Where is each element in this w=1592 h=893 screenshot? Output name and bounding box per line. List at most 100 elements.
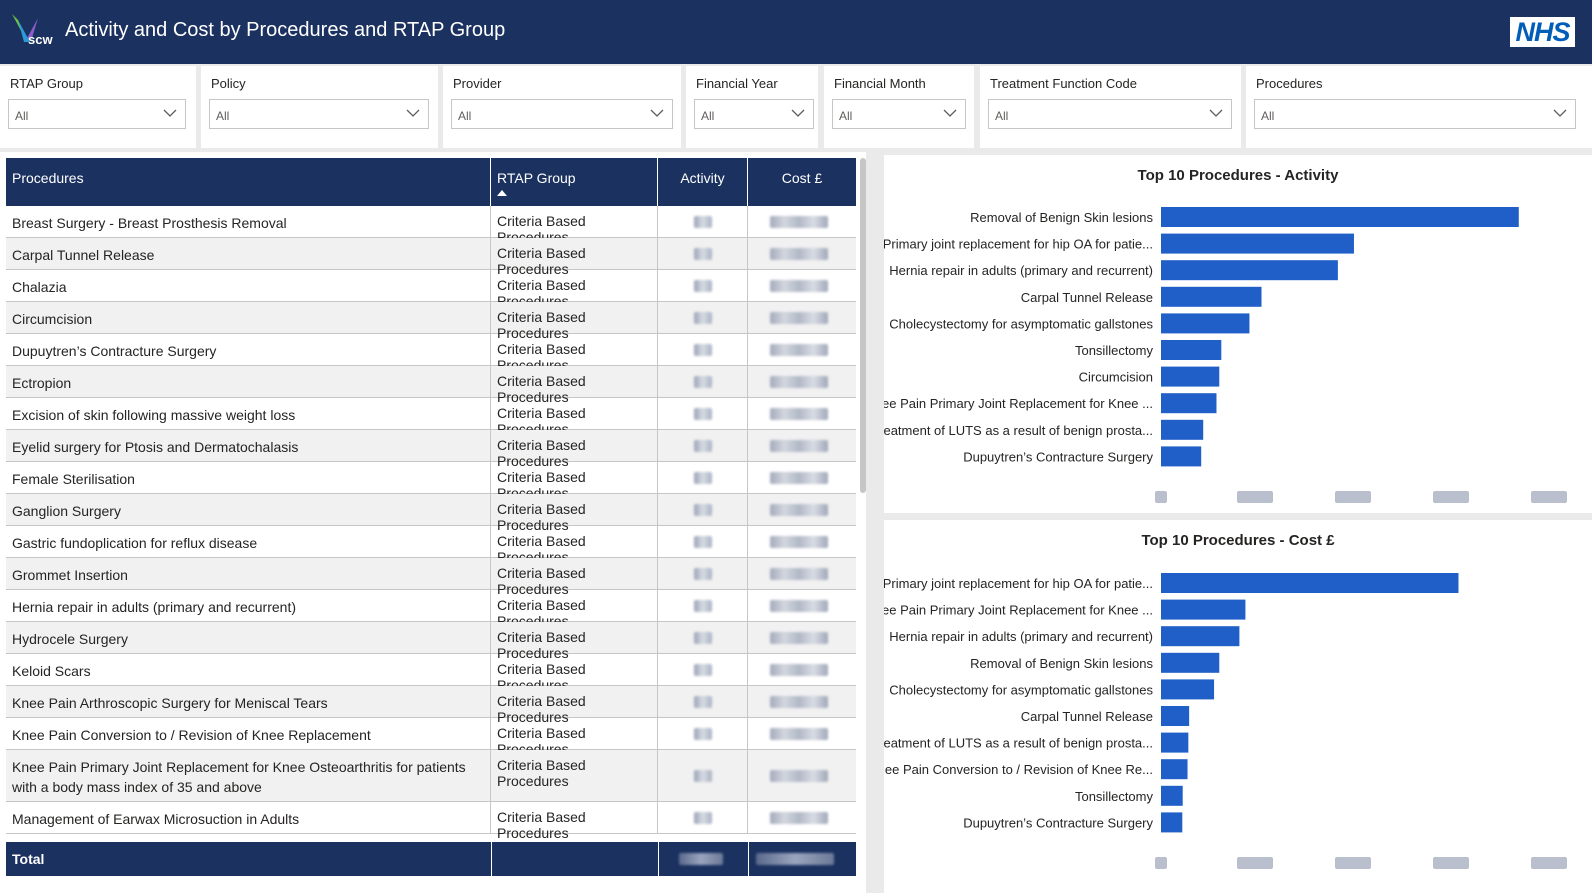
table-row[interactable]: Breast Surgery - Breast Prosthesis Remov… [6, 206, 856, 245]
column-header-cost[interactable]: Cost £ [748, 158, 856, 206]
table-scrollbar[interactable] [860, 158, 866, 493]
bar[interactable] [1161, 260, 1338, 281]
table-row[interactable]: Dupuytren’s Contracture Surgery Criteria … [6, 334, 856, 373]
treatment-function-code-dropdown[interactable]: All [988, 99, 1232, 129]
activity-redacted [694, 599, 712, 612]
cell-procedure: Chalazia [6, 270, 491, 301]
cost-redacted [770, 663, 828, 676]
table-row[interactable]: Hernia repair in adults (primary and rec… [6, 590, 856, 629]
column-header-procedures[interactable]: Procedures [6, 158, 491, 206]
slicer-provider: Provider All [443, 66, 681, 148]
bar[interactable] [1161, 286, 1262, 307]
table-row[interactable]: Circumcision Criteria Based Procedures [6, 302, 856, 341]
table-row[interactable]: Chalazia Criteria Based Procedures [6, 270, 856, 309]
cell-rtap-group: Criteria Based Procedures [491, 270, 658, 309]
axis-tick-redacted [1335, 857, 1371, 869]
axis-tick-redacted [1433, 491, 1469, 503]
table-row[interactable]: Female Sterilisation Criteria Based Proce… [6, 462, 856, 501]
bar[interactable] [1161, 785, 1183, 806]
bar[interactable] [1161, 706, 1190, 726]
cost-redacted [770, 631, 828, 644]
bar[interactable] [1161, 573, 1459, 593]
bar-label: Hernia repair in adults (primary and rec… [889, 263, 1153, 278]
cell-procedure: Carpal Tunnel Release [6, 238, 491, 269]
table-row[interactable]: Ectropion Criteria Based Procedures [6, 366, 856, 405]
bar[interactable] [1161, 393, 1217, 414]
bar-label: Removal of Benign Skin lesions [970, 210, 1153, 225]
activity-redacted [694, 375, 712, 388]
cost-redacted [770, 695, 828, 708]
bar[interactable] [1161, 366, 1220, 387]
table-row[interactable]: Carpal Tunnel Release Criteria Based Proc… [6, 238, 856, 277]
bar-label: Treatment of LUTS as a result of benign … [884, 736, 1153, 751]
axis-tick-redacted [1531, 491, 1567, 503]
bar[interactable] [1161, 679, 1215, 700]
bar[interactable] [1161, 626, 1240, 647]
table-row[interactable]: Knee Pain Primary Joint Replacement for … [6, 750, 856, 802]
bar[interactable] [1161, 732, 1189, 753]
axis-tick-redacted [1531, 857, 1567, 869]
bar[interactable] [1161, 446, 1202, 467]
table-row[interactable]: Knee Pain Conversion to / Revision of Kn… [6, 718, 856, 757]
bar[interactable] [1161, 233, 1354, 254]
activity-redacted [694, 663, 712, 676]
cost-redacted [770, 439, 828, 452]
cost-redacted [770, 279, 828, 292]
cell-rtap-group: Criteria Based Procedures [491, 494, 658, 533]
cell-activity [658, 398, 748, 429]
page-title: Activity and Cost by Procedures and RTAP… [65, 19, 506, 41]
bar[interactable] [1161, 812, 1183, 833]
activity-redacted [694, 727, 712, 740]
bar-label: Circumcision [1079, 370, 1153, 385]
bar[interactable] [1161, 207, 1519, 227]
activity-redacted [694, 631, 712, 644]
procedures-dropdown[interactable]: All [1254, 99, 1576, 129]
bar[interactable] [1161, 759, 1188, 780]
table-row[interactable]: Excision of skin following massive weigh… [6, 398, 856, 437]
rtap-group-dropdown[interactable]: All [8, 99, 186, 129]
cost-redacted [770, 567, 828, 580]
bar-label: Carpal Tunnel Release [1021, 709, 1153, 724]
activity-redacted [694, 439, 712, 452]
table-row[interactable]: Management of Earwax Microsuction in Adu… [6, 802, 856, 839]
cell-rtap-group: Criteria Based Procedures [491, 686, 658, 725]
cell-procedure: Female Sterilisation [6, 462, 491, 493]
bar[interactable] [1161, 340, 1222, 360]
activity-redacted [694, 279, 712, 292]
report-header: scw Activity and Cost by Procedures and … [0, 0, 1592, 64]
slicer-label: Policy [211, 76, 246, 91]
filter-bar: RTAP Group All Policy All Provider All F… [0, 64, 1592, 150]
policy-dropdown[interactable]: All [209, 99, 429, 129]
table-row[interactable]: Grommet Insertion Criteria Based Procedur… [6, 558, 856, 597]
slicer-treatment-function-code: Treatment Function Code All [980, 66, 1241, 148]
table-row[interactable]: Keloid Scars Criteria Based Procedures [6, 654, 856, 693]
provider-dropdown[interactable]: All [451, 99, 673, 129]
slicer-label: Procedures [1256, 76, 1323, 91]
axis-tick-redacted [1237, 491, 1273, 503]
financial-year-dropdown[interactable]: All [694, 99, 814, 129]
slicer-value: All [1261, 109, 1275, 123]
bar[interactable] [1161, 419, 1204, 440]
financial-month-dropdown[interactable]: All [832, 99, 966, 129]
bar[interactable] [1161, 599, 1246, 620]
activity-redacted [694, 503, 712, 516]
table-row[interactable]: Eyelid surgery for Ptosis and Dermatocha… [6, 430, 856, 469]
table-row[interactable]: Ganglion Surgery Criteria Based Procedure… [6, 494, 856, 533]
table-row[interactable]: Hydrocele Surgery Criteria Based Procedur… [6, 622, 856, 661]
cost-redacted [770, 343, 828, 356]
cell-activity [658, 334, 748, 365]
cell-procedure: Breast Surgery - Breast Prosthesis Remov… [6, 206, 491, 237]
bar-label: Tonsillectomy [1075, 789, 1154, 804]
chart-panel-cost: Top 10 Procedures - Cost £ Primary joint… [884, 520, 1592, 893]
table-row[interactable]: Gastric fundoplication for reflux diseas… [6, 526, 856, 565]
bar[interactable] [1161, 652, 1220, 673]
slicer-financial-year: Financial Year All [686, 66, 818, 148]
bar[interactable] [1161, 313, 1250, 334]
slicer-policy: Policy All [201, 66, 438, 148]
column-header-activity[interactable]: Activity [658, 158, 748, 206]
bar-label: Hernia repair in adults (primary and rec… [889, 629, 1153, 644]
cell-procedure: Eyelid surgery for Ptosis and Dermatocha… [6, 430, 491, 461]
table-row[interactable]: Knee Pain Arthroscopic Surgery for Menis… [6, 686, 856, 725]
slicer-label: Provider [453, 76, 502, 91]
column-header-rtap-group[interactable]: RTAP Group [491, 158, 658, 206]
